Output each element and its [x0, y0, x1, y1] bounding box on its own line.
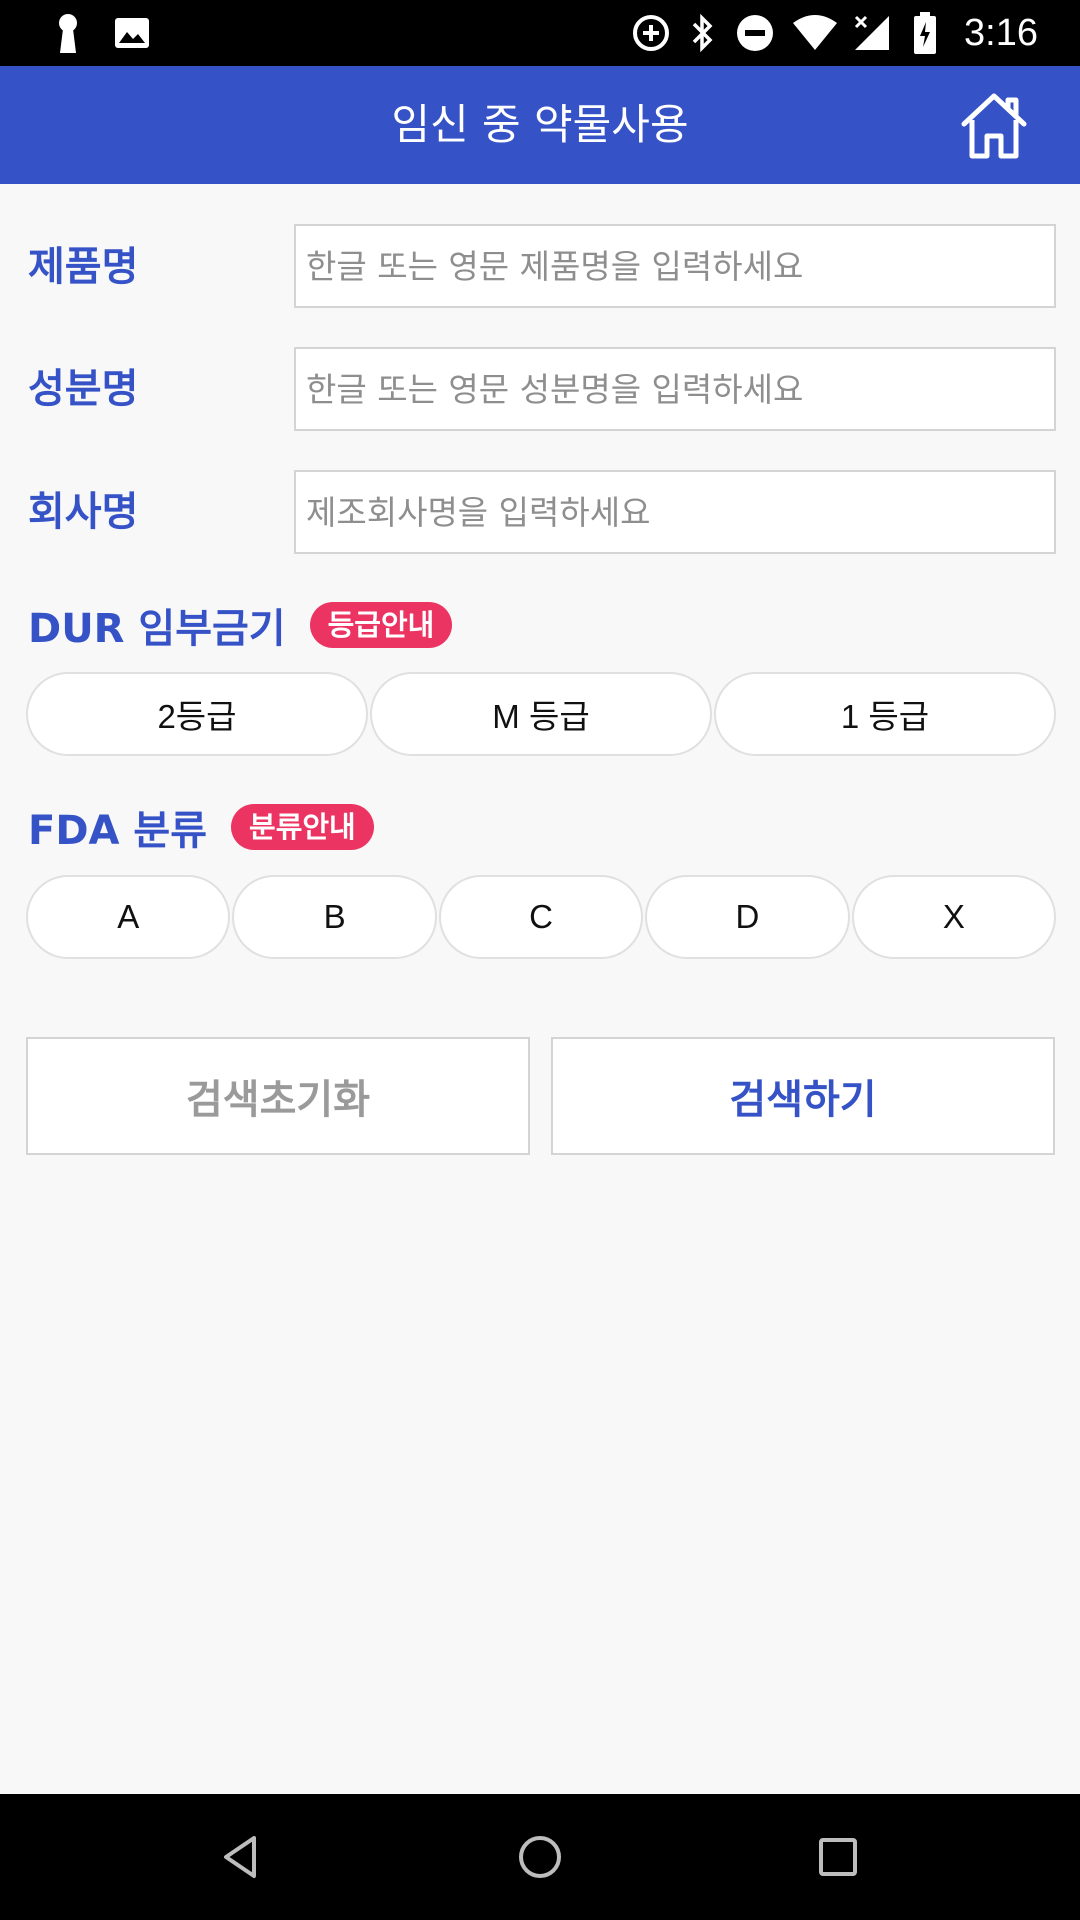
dur-title-text: DUR 임부금기 — [28, 606, 286, 652]
dur-option-grade-1[interactable]: 1 등급 — [714, 672, 1056, 756]
keyhole-icon — [50, 12, 86, 54]
recents-icon — [819, 1838, 857, 1876]
battery-icon — [912, 12, 938, 54]
data-saver-icon — [630, 12, 672, 54]
page-title: 임신 중 약물사용 — [391, 100, 689, 149]
home-nav-button[interactable] — [504, 1821, 576, 1893]
image-icon — [112, 12, 152, 54]
fda-option-c[interactable]: C — [438, 875, 644, 959]
dur-option-grade-m[interactable]: M 등급 — [370, 672, 712, 756]
home-button[interactable] — [958, 90, 1030, 162]
product-name-label: 제품명 — [28, 244, 139, 290]
home-circle-icon — [519, 1836, 561, 1878]
do-not-disturb-icon — [734, 12, 776, 54]
fda-option-b[interactable]: B — [232, 875, 437, 959]
status-time: 3:16 — [964, 12, 1038, 54]
home-icon — [961, 93, 1027, 159]
product-name-input[interactable] — [294, 224, 1056, 308]
search-button[interactable]: 검색하기 — [551, 1037, 1055, 1155]
back-button[interactable] — [205, 1821, 277, 1893]
status-bar: 3:16 — [0, 0, 1080, 66]
company-name-label: 회사명 — [28, 489, 139, 535]
back-icon — [224, 1836, 256, 1878]
bluetooth-icon — [688, 12, 718, 54]
company-name-input[interactable] — [294, 470, 1056, 554]
fda-title-text: FDA 분류 — [28, 808, 208, 854]
dur-grade-options: 2등급 M 등급 1 등급 — [26, 672, 1056, 756]
ingredient-name-input[interactable] — [294, 347, 1056, 431]
recents-button[interactable] — [802, 1821, 874, 1893]
signal-icon — [852, 12, 892, 54]
dur-grade-guide-button[interactable]: 등급안내 — [309, 602, 453, 648]
wifi-icon — [792, 12, 838, 54]
dur-section-title: DUR 임부금기 등급안내 — [28, 596, 453, 654]
fda-category-guide-button[interactable]: 분류안내 — [231, 804, 374, 850]
fda-option-d[interactable]: D — [645, 875, 850, 959]
fda-category-options: A B C D X — [26, 875, 1057, 959]
fda-option-x[interactable]: X — [851, 875, 1057, 959]
reset-search-button[interactable]: 검색초기화 — [26, 1037, 530, 1155]
fda-section-title: FDA 분류 분류안내 — [28, 798, 374, 856]
dur-option-grade-2[interactable]: 2등급 — [26, 672, 368, 756]
ingredient-name-label: 성분명 — [28, 366, 139, 412]
fda-option-a[interactable]: A — [26, 875, 231, 959]
navigation-bar — [0, 1794, 1080, 1920]
app-bar: 임신 중 약물사용 — [0, 66, 1080, 184]
